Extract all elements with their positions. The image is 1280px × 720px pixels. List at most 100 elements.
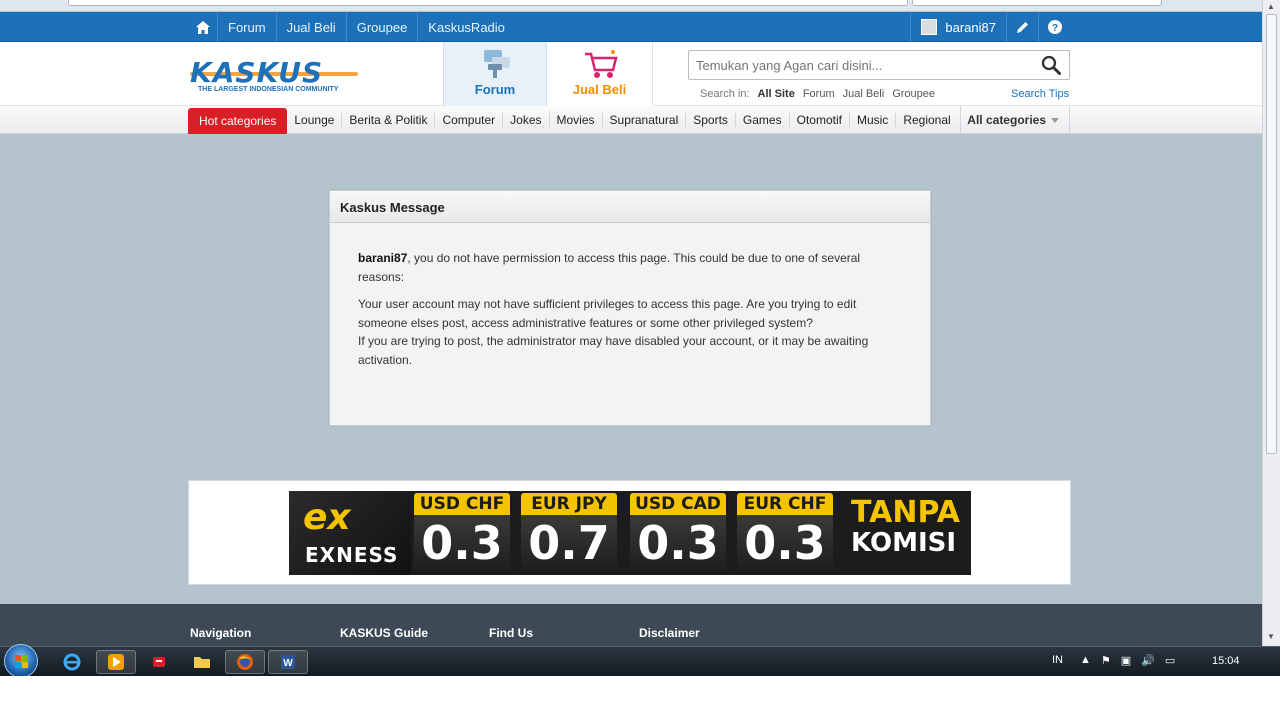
footer-kaskus-guide-heading: KASKUS Guide [340,626,429,640]
footer-disclaimer-heading: Disclaimer [639,626,700,640]
search-scope-allsite[interactable]: All Site [758,88,795,100]
taskbar-word-button[interactable]: W [268,650,308,674]
scroll-up-icon[interactable]: ▲ [1267,2,1275,11]
category-computer[interactable]: Computer [435,113,504,127]
message-line-3: If you are trying to post, the administr… [358,334,869,367]
ad-slogan: TANPA KOMISI [851,495,969,558]
folder-icon [194,657,210,668]
scrollbar-thumb[interactable] [1266,14,1277,454]
browser-search-bar[interactable] [912,0,1162,6]
exness-logo-mark: ex [303,497,351,538]
category-otomotif[interactable]: Otomotif [790,113,850,127]
quote-eurchf: EUR CHF 0.3 [737,493,833,573]
tab-jualbeli-label: Jual Beli [572,82,627,97]
avatar [921,19,938,35]
network-icon[interactable]: ▣ [1121,654,1131,667]
language-indicator[interactable]: IN [1052,654,1063,666]
category-games[interactable]: Games [736,113,790,127]
search-box [688,50,1070,80]
ad-slogan-line-2: KOMISI [851,528,957,558]
search-scope: Search in: All Site Forum Jual Beli Grou… [700,88,935,100]
message-body: barani87, you do not have permission to … [330,223,930,369]
footer-navigation-heading: Navigation [190,626,252,640]
home-icon [195,20,210,34]
shopping-cart-icon [585,50,618,78]
kaskus-logo[interactable]: KASKUS THE LARGEST INDONESIAN COMMUNITY [190,56,360,94]
category-supranatural[interactable]: Supranatural [603,113,687,127]
topnav-jualbeli-link[interactable]: Jual Beli [277,12,347,42]
action-center-icon[interactable]: ⚑ [1101,654,1111,667]
topnav-groupee-link[interactable]: Groupee [347,12,419,42]
category-bar: Hot categories Lounge Berita & Politik C… [0,106,1262,134]
exness-ad-banner[interactable]: ex EXNESS USD CHF 0.3 EUR JPY 0.7 USD CA… [289,491,971,575]
hot-categories-tab[interactable]: Hot categories [188,108,288,134]
svg-text:?: ? [1051,23,1057,34]
scroll-down-icon[interactable]: ▼ [1267,632,1275,641]
taskbar-explorer-button[interactable] [182,650,222,674]
home-button[interactable] [188,12,218,42]
volume-icon[interactable]: 🔊 [1141,654,1155,667]
search-scope-forum[interactable]: Forum [803,88,835,100]
search-scope-groupee[interactable]: Groupee [892,88,935,100]
all-categories-dropdown[interactable]: All categories [960,106,1070,134]
system-tray: ▲ ⚑ ▣ 🔊 ▭ [1080,654,1175,667]
category-jokes[interactable]: Jokes [503,113,550,127]
category-movies[interactable]: Movies [550,113,603,127]
message-line-1: , you do not have permission to access t… [358,251,861,284]
taskbar-firefox-button[interactable] [225,650,265,674]
quote-pair: EUR CHF [737,493,833,515]
help-icon: ? [1047,20,1062,34]
quote-pair: USD CHF [414,493,510,515]
category-sports[interactable]: Sports [686,113,736,127]
windows-taskbar: W IN ▲ ⚑ ▣ 🔊 ▭ 15:04 [0,644,1280,678]
show-hidden-icons-icon[interactable]: ▲ [1080,654,1091,667]
footer-find-us-heading: Find Us [489,626,533,640]
tab-forum[interactable]: Forum [443,42,547,106]
quote-value: 0.3 [630,515,726,571]
category-berita-politik[interactable]: Berita & Politik [342,113,436,127]
taskbar-ie-button[interactable] [52,650,92,674]
quote-pair: USD CAD [630,493,726,515]
quote-usdchf: USD CHF 0.3 [414,493,510,573]
message-paragraph-1: barani87, you do not have permission to … [358,249,902,286]
message-username: barani87 [358,251,408,265]
display-icon[interactable]: ▭ [1165,654,1175,667]
kaskus-message-box: Kaskus Message barani87, you do not have… [329,190,931,426]
site-footer: Navigation KASKUS Guide Find Us Disclaim… [0,604,1262,646]
taskbar-media-player-button[interactable] [96,650,136,674]
taskbar-app-button[interactable] [139,650,179,674]
quote-usdcad: USD CAD 0.3 [630,493,726,573]
address-bar[interactable] [68,0,908,6]
topnav-kaskusradio-link[interactable]: KaskusRadio [418,12,515,42]
message-paragraph-2: Your user account may not have sufficien… [358,295,902,369]
start-button[interactable] [4,644,38,678]
category-regional[interactable]: Regional [896,113,957,127]
topnav-forum-link[interactable]: Forum [218,12,277,42]
ad-container: ex EXNESS USD CHF 0.3 EUR JPY 0.7 USD CA… [188,480,1071,585]
tab-forum-label: Forum [474,82,516,97]
logo-word: KASKUS [190,56,324,89]
internet-explorer-icon [63,653,81,671]
windows-logo-icon [15,655,28,668]
empty-area [0,676,1280,720]
tab-jualbeli[interactable]: Jual Beli [547,42,653,106]
search-in-label: Search in: [700,88,750,100]
red-app-icon [153,657,165,667]
search-scope-jualbeli[interactable]: Jual Beli [843,88,885,100]
svg-text:W: W [283,658,293,669]
browser-chrome [0,0,1262,12]
search-tips-link[interactable]: Search Tips [1011,88,1069,100]
create-thread-button[interactable] [1006,12,1038,42]
quote-value: 0.7 [521,515,617,571]
category-lounge[interactable]: Lounge [287,113,343,127]
user-menu[interactable]: barani87 [910,12,1006,42]
category-music[interactable]: Music [850,113,897,127]
message-line-2: Your user account may not have sufficien… [358,297,857,330]
search-button[interactable] [1041,55,1061,78]
vertical-scrollbar[interactable]: ▲ ▼ [1262,0,1280,646]
search-input[interactable] [689,51,1019,79]
username: barani87 [945,19,996,35]
site-header: KASKUS THE LARGEST INDONESIAN COMMUNITY … [0,42,1262,106]
taskbar-clock[interactable]: 15:04 [1212,655,1240,667]
help-button[interactable]: ? [1038,12,1070,42]
